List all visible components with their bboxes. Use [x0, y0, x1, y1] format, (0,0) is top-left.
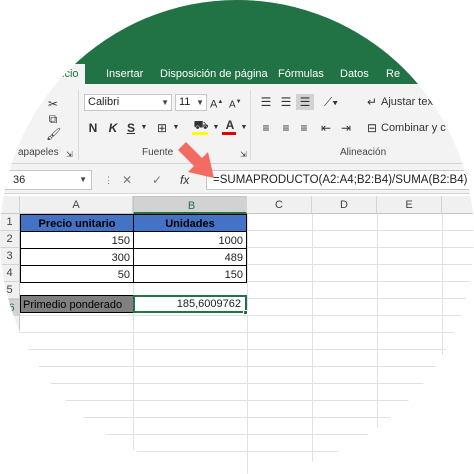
wrap-text-icon[interactable]: ↵: [366, 94, 378, 110]
ribbon-tabs: icio Insertar Disposición de página Fórm…: [0, 64, 474, 84]
shrink-font-icon[interactable]: A▼: [229, 94, 242, 113]
grid-line: [377, 214, 378, 474]
cell-b4[interactable]: 150: [133, 265, 247, 283]
group-clipboard-label: apapeles: [18, 147, 59, 158]
column-header-f[interactable]: [442, 196, 474, 214]
cut-icon[interactable]: ✂: [46, 96, 60, 112]
fill-color-icon[interactable]: ⛟: [192, 118, 210, 135]
row-header-10[interactable]: 10: [0, 367, 20, 384]
row-header-3[interactable]: 3: [0, 248, 20, 265]
cell-a4[interactable]: 50: [20, 265, 134, 283]
row-header-2[interactable]: 2: [0, 231, 20, 248]
font-size-select[interactable]: 11 ▼: [175, 94, 207, 111]
merge-center-button[interactable]: Combinar y c: [381, 120, 446, 136]
chevron-down-icon[interactable]: ▼: [140, 120, 148, 136]
bold-button[interactable]: N: [86, 120, 100, 136]
clipboard-launcher-icon[interactable]: ⇲: [66, 147, 73, 163]
row-header-13[interactable]: 13: [0, 418, 20, 435]
grid-line: [312, 214, 313, 474]
italic-button[interactable]: K: [106, 120, 120, 136]
font-color-icon[interactable]: A: [222, 118, 238, 135]
column-header-b[interactable]: B: [133, 196, 247, 214]
cell-a1[interactable]: Precio unitario: [20, 214, 134, 232]
decrease-indent-icon[interactable]: ⇤: [318, 120, 334, 136]
pointer-arrow-icon: [178, 142, 214, 178]
row-header-9[interactable]: 9: [0, 350, 20, 367]
row-header-14[interactable]: 14: [0, 435, 20, 452]
align-left-icon[interactable]: ≡: [258, 120, 274, 136]
borders-icon[interactable]: ⊞: [154, 120, 170, 136]
align-center-icon[interactable]: ≡: [278, 120, 294, 136]
underline-button[interactable]: S: [124, 120, 138, 136]
cell-a3[interactable]: 300: [20, 248, 134, 266]
row-header-7[interactable]: 7: [0, 316, 20, 333]
align-right-icon[interactable]: ≡: [296, 120, 312, 136]
merge-icon[interactable]: ⊟: [366, 120, 378, 136]
column-header-d[interactable]: D: [312, 196, 377, 214]
tab-insertar[interactable]: Insertar: [106, 64, 143, 84]
group-font-label: Fuente: [142, 147, 174, 158]
row-header-1[interactable]: 1: [0, 214, 20, 231]
grid-line: [442, 214, 443, 474]
copy-icon[interactable]: ⧉: [46, 111, 60, 127]
format-painter-icon[interactable]: 🖌: [46, 126, 61, 142]
tab-revisar[interactable]: Re: [386, 64, 400, 84]
group-alignment-label: Alineación: [340, 147, 387, 158]
divider: [250, 90, 251, 160]
cancel-icon[interactable]: ✕: [122, 170, 132, 190]
name-box[interactable]: 36 ▼: [0, 170, 92, 190]
column-header-e[interactable]: E: [377, 196, 442, 214]
chevron-down-icon[interactable]: ▼: [172, 120, 180, 136]
column-header-c[interactable]: C: [247, 196, 312, 214]
row-header-12[interactable]: 12: [0, 401, 20, 418]
wrap-text-button[interactable]: Ajustar tex: [381, 94, 433, 110]
cell-b3[interactable]: 489: [133, 248, 247, 266]
chevron-down-icon[interactable]: ▼: [212, 120, 220, 136]
title-bar: [0, 0, 474, 64]
align-top-icon[interactable]: ☰: [258, 94, 274, 110]
tab-datos[interactable]: Datos: [340, 64, 369, 84]
select-all-corner[interactable]: [0, 196, 20, 214]
orientation-icon[interactable]: ⟋▾: [318, 94, 344, 110]
font-name-select[interactable]: Calibri ▼: [84, 94, 172, 111]
cell-a2[interactable]: 150: [20, 231, 134, 249]
chevron-down-icon[interactable]: ▼: [240, 120, 248, 136]
cell-a6[interactable]: Primedio ponderado: [20, 295, 134, 313]
align-middle-icon[interactable]: ☰: [278, 94, 294, 110]
grow-font-icon[interactable]: A▲: [210, 94, 223, 113]
align-bottom-icon[interactable]: ☰: [296, 94, 314, 110]
cell-b1[interactable]: Unidades: [133, 214, 247, 232]
cell-b6-active[interactable]: 185,6009762: [133, 295, 247, 313]
row-header-6[interactable]: 6: [0, 299, 20, 316]
cell-b2[interactable]: 1000: [133, 231, 247, 249]
increase-indent-icon[interactable]: ⇥: [338, 120, 354, 136]
tab-formulas[interactable]: Fórmulas: [278, 64, 324, 84]
font-launcher-icon[interactable]: ⇲: [240, 147, 247, 163]
chevron-down-icon[interactable]: ▼: [79, 171, 87, 189]
tab-inicio[interactable]: icio: [56, 64, 85, 84]
fill-handle[interactable]: [243, 310, 248, 315]
grid-line: [247, 214, 248, 474]
row-header-11[interactable]: 11: [0, 384, 20, 401]
enter-icon[interactable]: ✓: [152, 170, 162, 190]
row-header-8[interactable]: 8: [0, 333, 20, 350]
ribbon: ✂ ⧉ 🖌 apapeles ⇲ Calibri ▼ 11 ▼ A▲ A▼ N K …: [0, 84, 474, 164]
row-header-4[interactable]: 4: [0, 265, 20, 282]
formula-bar: 36 ▼ ⋮ ✕ ✓ fx =SUMAPRODUCTO(A2:A4;B2:B4)/…: [0, 164, 474, 194]
divider: [78, 90, 79, 160]
chevron-down-icon: ▼: [196, 98, 204, 107]
row-header-5[interactable]: 5: [0, 282, 20, 299]
more-dots-icon: ⋮: [104, 175, 113, 185]
column-header-a[interactable]: A: [20, 196, 133, 214]
chevron-down-icon: ▼: [161, 98, 169, 107]
tab-disposicion[interactable]: Disposición de página: [160, 64, 268, 84]
formula-input[interactable]: =SUMAPRODUCTO(A2:A4;B2:B4)/SUMA(B2:B4): [206, 170, 474, 190]
